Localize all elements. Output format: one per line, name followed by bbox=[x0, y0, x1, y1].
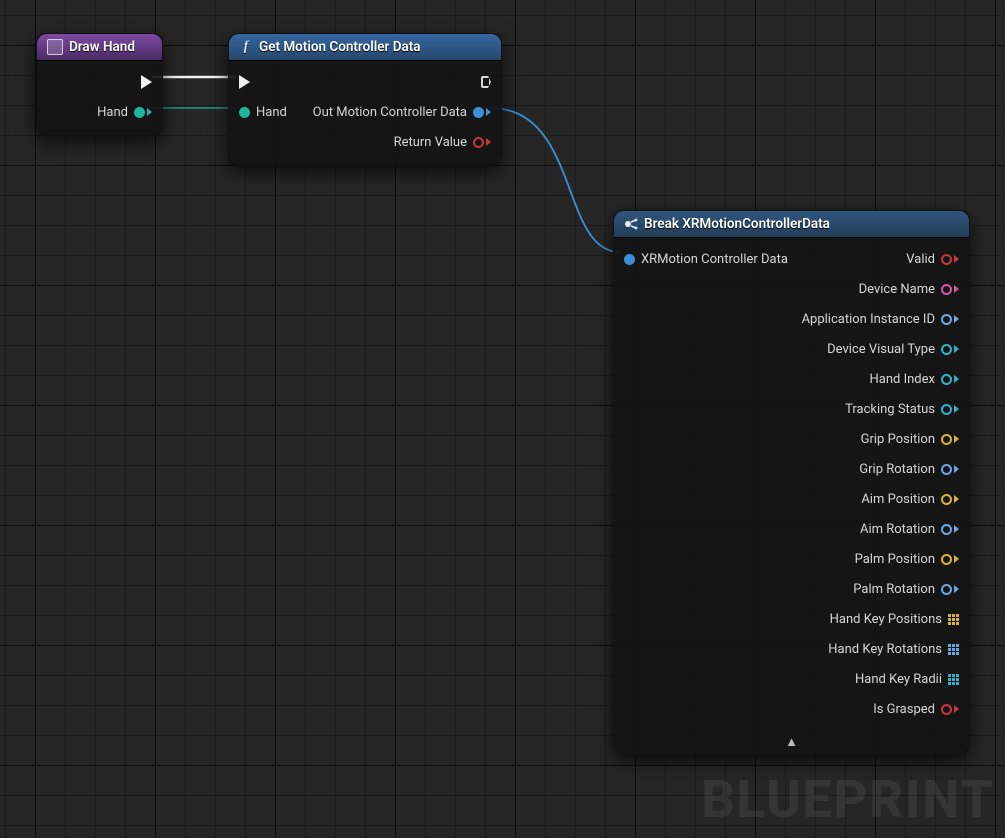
output-pin[interactable] bbox=[941, 704, 959, 715]
break-struct-icon bbox=[624, 217, 638, 231]
output-pin[interactable] bbox=[941, 584, 959, 595]
function-icon: f bbox=[239, 40, 253, 54]
output-pin[interactable] bbox=[941, 284, 959, 295]
pin-label-hand: Hand bbox=[97, 105, 128, 120]
pin-label-return: Return Value bbox=[394, 135, 467, 150]
pin-label: Hand Key Positions bbox=[830, 612, 942, 627]
output-pin[interactable] bbox=[941, 434, 959, 445]
node-title: Draw Hand bbox=[69, 39, 135, 55]
pin-label-xrmotion-data: XRMotion Controller Data bbox=[641, 252, 788, 267]
output-pin-array[interactable] bbox=[948, 674, 959, 685]
pin-label: Device Name bbox=[859, 282, 935, 297]
node-title: Get Motion Controller Data bbox=[259, 39, 421, 55]
output-pin[interactable] bbox=[941, 254, 959, 265]
pin-label-out-data: Out Motion Controller Data bbox=[313, 105, 467, 120]
pin-label: Hand Key Radii bbox=[855, 672, 942, 687]
blueprint-watermark: BLUEPRINT bbox=[701, 769, 995, 830]
exec-in-pin[interactable] bbox=[239, 75, 250, 89]
pin-label: Grip Rotation bbox=[859, 462, 935, 477]
pin-label-hand-in: Hand bbox=[256, 105, 287, 120]
pin-label: Aim Rotation bbox=[860, 522, 935, 537]
output-pin[interactable] bbox=[941, 554, 959, 565]
output-pin[interactable] bbox=[941, 314, 959, 325]
node-title: Break XRMotionControllerData bbox=[644, 216, 830, 232]
output-pin-array[interactable] bbox=[948, 614, 959, 625]
node-get-motion-controller-data[interactable]: f Get Motion Controller Data Hand Out Mo… bbox=[228, 33, 502, 166]
pin-label: Aim Position bbox=[861, 492, 935, 507]
input-pin-hand[interactable] bbox=[239, 107, 250, 118]
node-header[interactable]: Draw Hand bbox=[37, 34, 162, 61]
collapse-toggle[interactable]: ▲ bbox=[614, 732, 969, 754]
pin-label: Grip Position bbox=[861, 432, 935, 447]
node-header[interactable]: f Get Motion Controller Data bbox=[229, 34, 501, 61]
output-pin[interactable] bbox=[941, 464, 959, 475]
pin-label: Is Grasped bbox=[873, 702, 935, 717]
output-pin-return[interactable] bbox=[473, 137, 491, 148]
output-pin[interactable] bbox=[941, 404, 959, 415]
output-pin[interactable] bbox=[941, 374, 959, 385]
output-pin-array[interactable] bbox=[948, 644, 959, 655]
exec-out-pin[interactable] bbox=[141, 75, 152, 89]
output-pin[interactable] bbox=[941, 344, 959, 355]
pin-label: Application Instance ID bbox=[802, 312, 935, 327]
exec-out-pin[interactable] bbox=[481, 76, 491, 88]
pin-label: Hand Index bbox=[870, 372, 935, 387]
input-pin-xrmotion-data[interactable] bbox=[624, 254, 635, 265]
node-draw-hand[interactable]: Draw Hand Hand bbox=[36, 33, 163, 136]
pin-label: Palm Position bbox=[855, 552, 935, 567]
pin-label: Valid bbox=[906, 252, 935, 267]
collapsed-graph-icon bbox=[47, 39, 63, 55]
output-pin[interactable] bbox=[941, 494, 959, 505]
pin-label: Palm Rotation bbox=[853, 582, 935, 597]
pin-label: Hand Key Rotations bbox=[828, 642, 942, 657]
output-pin-out-data[interactable] bbox=[473, 107, 491, 118]
node-break-xrmotioncontrollerdata[interactable]: Break XRMotionControllerData XRMotion Co… bbox=[613, 210, 970, 755]
output-pin[interactable] bbox=[941, 524, 959, 535]
pin-label: Tracking Status bbox=[845, 402, 935, 417]
pin-label: Device Visual Type bbox=[827, 342, 935, 357]
node-header[interactable]: Break XRMotionControllerData bbox=[614, 211, 969, 238]
output-pin-hand[interactable] bbox=[134, 107, 152, 118]
